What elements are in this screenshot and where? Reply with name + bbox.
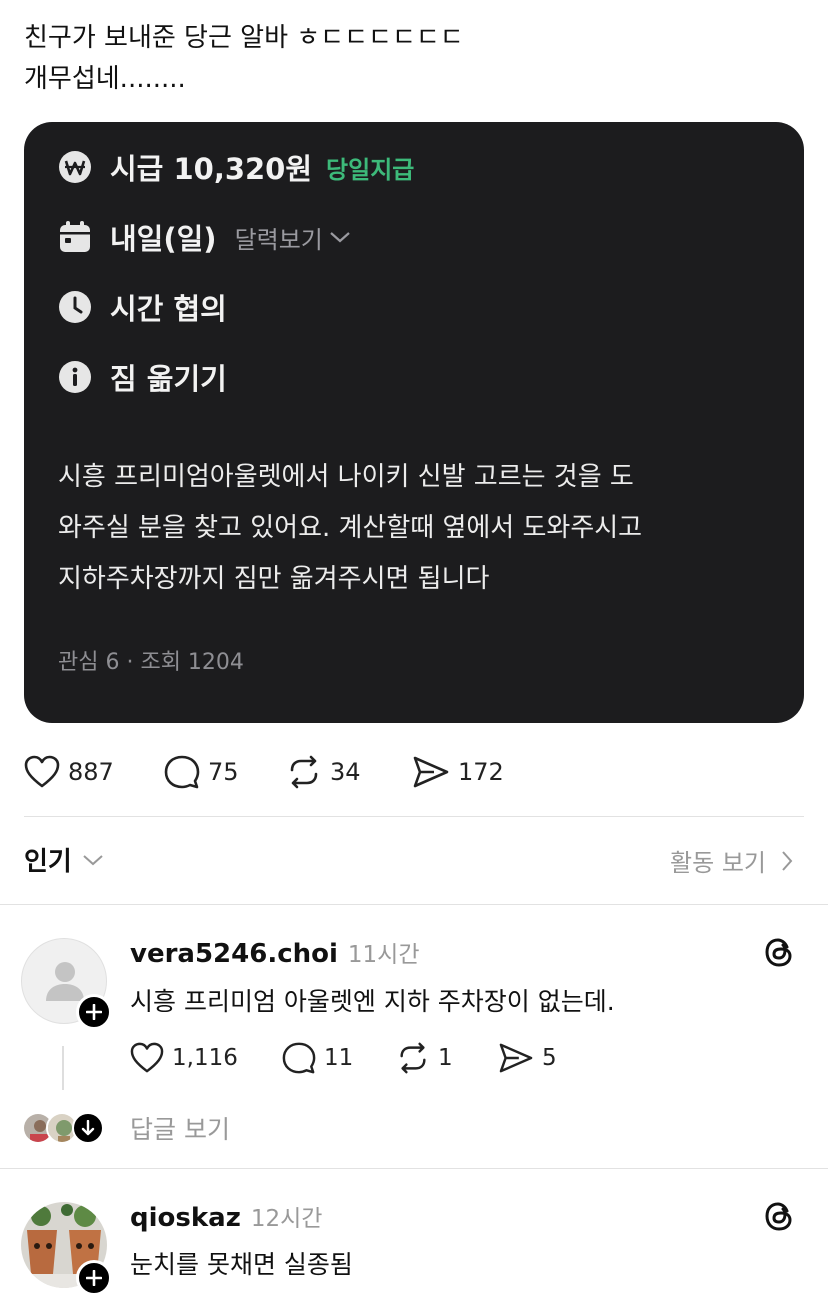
like-button[interactable]: 887 (24, 755, 164, 789)
calendar-link-label: 달력보기 (234, 225, 323, 254)
comment-time: 11시간 (347, 942, 420, 968)
comment-username[interactable]: qioskaz 12시간 (130, 1199, 322, 1233)
comment-text: 시흥 프리미엄 아울렛엔 지하 주차장이 없는데. (130, 987, 615, 1016)
wage-row: 시급 10,320원 당일지급 (58, 147, 414, 187)
comment-count: 11 (324, 1045, 354, 1071)
username-label: qioskaz (130, 1203, 241, 1233)
repost-button[interactable]: 1 (396, 1041, 498, 1075)
send-icon (499, 1043, 533, 1073)
time-row: 시간 협의 (58, 287, 227, 327)
like-count: 887 (68, 758, 114, 786)
reply-avatars[interactable] (22, 1112, 104, 1144)
task-title: 짐 옮기기 (110, 362, 227, 396)
comment-time: 12시간 (250, 1206, 323, 1232)
repost-icon (290, 755, 318, 789)
comment-text: 눈치를 못채면 실종됨 (130, 1250, 353, 1279)
like-button[interactable]: 1,116 (130, 1042, 282, 1074)
view-replies-link[interactable]: 답글 보기 (130, 1110, 230, 1146)
description-line: 와주실 분을 찾고 있어요. 계산할때 옆에서 도와주시고 (58, 513, 643, 543)
divider (24, 816, 804, 817)
comment-actions: 1,116 11 1 5 (130, 1038, 557, 1078)
won-icon (58, 150, 92, 184)
heart-icon (130, 1042, 164, 1073)
listing-meta: 관심 6 · 조회 1204 (58, 650, 244, 675)
date-row: 내일(일) 달력보기 (58, 217, 351, 257)
comment-username[interactable]: vera5246.choi 11시간 (130, 935, 419, 969)
heart-icon (24, 755, 60, 788)
thread-line (62, 1046, 64, 1090)
repost-button[interactable]: 34 (286, 754, 412, 790)
share-count: 5 (542, 1045, 557, 1071)
task-row: 짐 옮기기 (58, 357, 227, 397)
chevron-down-icon (330, 232, 350, 243)
plus-icon (86, 1004, 102, 1020)
share-button[interactable]: 172 (412, 755, 504, 789)
comment-button[interactable]: 75 (164, 754, 286, 790)
repost-count: 34 (330, 758, 361, 786)
send-icon (413, 756, 449, 788)
view-activity-label: 활동 보기 (670, 849, 766, 877)
post-text-line: 개무섭네........ (24, 64, 186, 94)
divider (0, 904, 828, 905)
description-line: 지하주차장까지 짐만 옮겨주시면 됩니다 (58, 564, 490, 594)
post-actions: 887 75 34 172 (24, 750, 504, 794)
arrow-down-icon (81, 1120, 95, 1136)
calendar-link[interactable]: 달력보기 (235, 220, 351, 255)
calendar-icon (58, 220, 92, 254)
expand-replies-button[interactable] (72, 1112, 104, 1144)
comment-bubble-icon (164, 755, 200, 789)
chevron-right-icon (782, 850, 793, 871)
username-label: vera5246.choi (130, 939, 338, 969)
job-listing-card[interactable]: 시급 10,320원 당일지급 내일(일) 달력보기 시간 협의 짐 옮기기 시… (24, 122, 804, 723)
job-description: 시흥 프리미엄아울렛에서 나이키 신발 고르는 것을 도 와주실 분을 찾고 있… (58, 452, 778, 605)
post-text-line: 친구가 보내준 당근 알바 ㅎㄷㄷㄷㄷㄷㄷ (24, 23, 464, 53)
follow-button[interactable] (76, 994, 112, 1030)
threads-logo-icon[interactable] (762, 935, 796, 969)
clock-icon (58, 290, 92, 324)
sort-dropdown[interactable]: 인기 (24, 841, 104, 878)
repost-icon (400, 1042, 426, 1074)
info-icon (58, 360, 92, 394)
comment-button[interactable]: 11 (282, 1041, 396, 1075)
like-count: 1,116 (172, 1045, 238, 1071)
comment-count: 75 (208, 758, 239, 786)
same-day-pay-tag: 당일지급 (326, 155, 415, 184)
comment-bubble-icon (282, 1042, 316, 1074)
plus-icon (86, 1270, 102, 1286)
share-count: 172 (458, 758, 504, 786)
description-line: 시흥 프리미엄아울렛에서 나이키 신발 고르는 것을 도 (58, 462, 634, 492)
sort-label: 인기 (24, 847, 72, 877)
post-text: 친구가 보내준 당근 알바 ㅎㄷㄷㄷㄷㄷㄷ 개무섭네........ (24, 18, 464, 100)
wage-title: 시급 10,320원 (110, 152, 313, 186)
threads-logo-icon[interactable] (762, 1199, 796, 1233)
view-activity-link[interactable]: 활동 보기 (670, 843, 794, 878)
share-button[interactable]: 5 (498, 1042, 557, 1074)
follow-button[interactable] (76, 1260, 112, 1296)
chevron-down-icon (83, 854, 103, 865)
divider (0, 1168, 828, 1169)
repost-count: 1 (438, 1045, 453, 1071)
date-title: 내일(일) (110, 222, 217, 256)
time-title: 시간 협의 (110, 292, 227, 326)
